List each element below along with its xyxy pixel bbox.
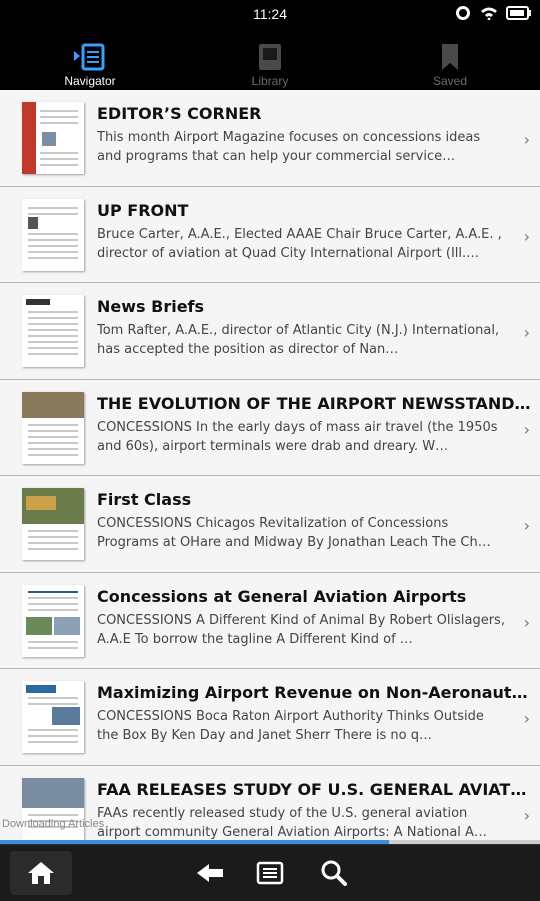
chevron-right-icon: › (523, 419, 530, 439)
article-row[interactable]: Concessions at General Aviation Airports… (0, 572, 540, 669)
article-description: This month Airport Magazine focuses on c… (97, 130, 481, 164)
article-thumbnail (22, 488, 84, 560)
article-title: Maximizing Airport Revenue on Non-Aerona… (97, 683, 532, 702)
library-icon (180, 42, 360, 72)
tab-saved[interactable]: Saved (360, 30, 540, 90)
chevron-right-icon: › (523, 226, 530, 246)
tab-label: Saved (432, 74, 468, 88)
article-title: Concessions at General Aviation Airports (97, 586, 467, 606)
tab-label: Navigator (64, 74, 116, 88)
article-thumbnail (22, 584, 84, 657)
chevron-right-icon: › (523, 516, 530, 535)
menu-button[interactable] (252, 857, 288, 889)
chevron-right-icon: › (523, 130, 530, 149)
article-description: CONCESSIONS Chicagos Revitalization of C… (97, 516, 491, 550)
article-title: EDITOR’S CORNER (97, 104, 262, 123)
back-button[interactable] (192, 857, 228, 889)
home-icon (28, 862, 54, 884)
chevron-right-icon: › (523, 709, 530, 728)
article-row[interactable]: EDITOR’S CORNER This month Airport Magaz… (0, 90, 540, 187)
article-row[interactable]: News Briefs Tom Rafter, A.A.E., director… (0, 283, 540, 380)
article-title: UP FRONT (97, 200, 189, 220)
chevron-right-icon: › (523, 612, 530, 632)
home-button[interactable] (10, 851, 72, 895)
article-description: CONCESSIONS A Different Kind of Animal B… (97, 612, 505, 647)
chevron-right-icon: › (523, 323, 530, 342)
gear-icon (456, 6, 470, 20)
article-thumbnail (22, 295, 84, 367)
article-row[interactable]: FAA RELEASES STUDY OF U.S. GENERAL AVIAT… (0, 765, 540, 842)
article-thumbnail (22, 777, 84, 842)
article-title: News Briefs (97, 297, 205, 316)
article-description: CONCESSIONS Boca Raton Airport Authority… (97, 709, 484, 743)
article-thumbnail (22, 198, 84, 271)
article-thumbnail (22, 102, 84, 174)
article-description: Bruce Carter, A.A.E., Elected AAAE Chair… (97, 226, 502, 261)
tab-bar: Navigator Library Saved (0, 30, 540, 90)
article-thumbnail (22, 681, 84, 753)
article-title: First Class (97, 490, 192, 509)
tab-library[interactable]: Library (180, 30, 360, 90)
status-icons (456, 6, 532, 20)
status-bar: 11:24 (0, 0, 540, 30)
article-list: EDITOR’S CORNER This month Airport Magaz… (0, 90, 540, 842)
article-description: CONCESSIONS In the early days of mass ai… (97, 419, 498, 454)
search-button[interactable] (316, 857, 352, 889)
article-description: Tom Rafter, A.A.E., director of Atlantic… (97, 323, 500, 357)
bottom-nav-bar (0, 844, 540, 901)
navigator-icon (0, 42, 180, 72)
article-row[interactable]: Maximizing Airport Revenue on Non-Aerona… (0, 669, 540, 766)
article-thumbnail (22, 391, 84, 464)
battery-icon (506, 6, 532, 20)
article-row[interactable]: First Class CONCESSIONS Chicagos Revital… (0, 476, 540, 573)
article-description: FAAs recently released study of the U.S.… (97, 805, 487, 840)
article-row[interactable]: UP FRONT Bruce Carter, A.A.E., Elected A… (0, 186, 540, 283)
article-row[interactable]: THE EVOLUTION OF THE AIRPORT NEWSSTAND: … (0, 379, 540, 476)
menu-icon (256, 861, 284, 885)
download-status: Downloading Articles (2, 818, 105, 830)
wifi-icon (480, 6, 497, 20)
back-icon (197, 864, 223, 882)
tab-label: Library (251, 74, 289, 88)
article-title: FAA RELEASES STUDY OF U.S. GENERAL AVIAT… (97, 779, 532, 799)
tab-navigator[interactable]: Navigator (0, 30, 180, 90)
bookmark-icon (360, 42, 540, 72)
search-icon (321, 860, 347, 886)
chevron-right-icon: › (523, 805, 530, 825)
article-title: THE EVOLUTION OF THE AIRPORT NEWSSTAND: … (97, 393, 532, 413)
